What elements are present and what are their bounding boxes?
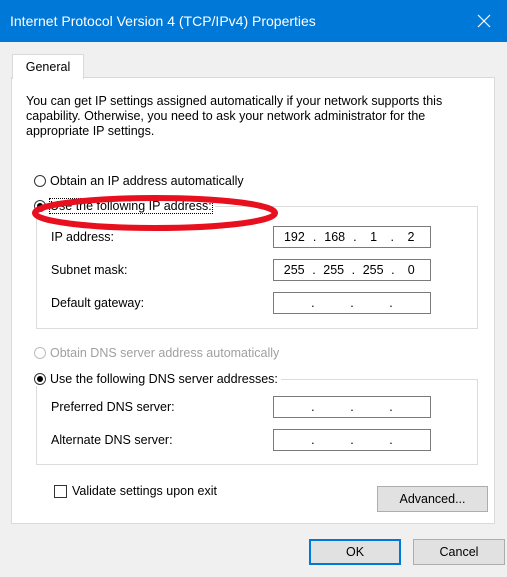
dialog-body: General You can get IP settings assigned… (0, 42, 507, 577)
preferred-dns-row: Preferred DNS server: ... (51, 396, 441, 420)
use-following-ip-label: Use the following IP address: (49, 198, 213, 214)
use-following-dns-label: Use the following DNS server addresses: (50, 372, 278, 386)
ok-button-label: OK (345, 545, 365, 559)
default-gateway-label: Default gateway: (51, 296, 145, 310)
octet: 0 (407, 263, 415, 277)
obtain-ip-auto-option[interactable]: Obtain an IP address automatically (34, 174, 244, 188)
validate-settings-checkbox[interactable] (54, 484, 67, 498)
subnet-mask-row: Subnet mask: 255. 255. 255. 0 (51, 259, 441, 283)
title-bar: Internet Protocol Version 4 (TCP/IPv4) P… (0, 0, 507, 42)
validate-settings-option[interactable]: Validate settings upon exit (54, 484, 217, 498)
alternate-dns-label: Alternate DNS server: (51, 433, 173, 447)
obtain-dns-auto-radio[interactable] (34, 347, 46, 359)
obtain-ip-auto-label: Obtain an IP address automatically (50, 174, 244, 188)
ip-address-input[interactable]: 192. 168. 1. 2 (273, 226, 431, 248)
use-following-ip-option[interactable]: Use the following IP address: (34, 198, 215, 214)
validate-settings-label: Validate settings upon exit (72, 484, 218, 498)
octet: 255 (283, 263, 305, 277)
ip-address-row: IP address: 192. 168. 1. 2 (51, 226, 441, 250)
use-following-dns-radio[interactable] (34, 373, 46, 385)
default-gateway-row: Default gateway: ... (51, 292, 441, 316)
window-title: Internet Protocol Version 4 (TCP/IPv4) P… (10, 13, 316, 29)
preferred-dns-label: Preferred DNS server: (51, 400, 175, 414)
cancel-button[interactable]: Cancel (413, 539, 505, 565)
obtain-dns-auto-label: Obtain DNS server address automatically (50, 346, 280, 360)
octet: 1 (370, 230, 378, 244)
use-following-dns-option[interactable]: Use the following DNS server addresses: (34, 372, 281, 386)
close-icon (477, 14, 491, 28)
subnet-mask-input[interactable]: 255. 255. 255. 0 (273, 259, 431, 281)
octet: 255 (323, 263, 345, 277)
alternate-dns-input[interactable]: ... (273, 429, 431, 451)
close-button[interactable] (461, 0, 507, 42)
obtain-ip-auto-radio[interactable] (34, 175, 46, 187)
use-following-ip-radio[interactable] (34, 200, 46, 212)
ip-address-label: IP address: (51, 230, 115, 244)
octet: 2 (407, 230, 415, 244)
tab-general-label: General (25, 60, 71, 74)
default-gateway-input[interactable]: ... (273, 292, 431, 314)
advanced-button[interactable]: Advanced... (377, 486, 488, 512)
tab-general[interactable]: General (12, 54, 84, 79)
octet: 192 (283, 230, 305, 244)
advanced-button-label: Advanced... (399, 492, 466, 506)
general-panel: You can get IP settings assigned automat… (11, 77, 495, 524)
obtain-dns-auto-option[interactable]: Obtain DNS server address automatically (34, 346, 279, 360)
description-text: You can get IP settings assigned automat… (26, 94, 443, 138)
subnet-mask-label: Subnet mask: (51, 263, 128, 277)
octet: 255 (362, 263, 384, 277)
alternate-dns-row: Alternate DNS server: ... (51, 429, 441, 453)
preferred-dns-input[interactable]: ... (273, 396, 431, 418)
ok-button[interactable]: OK (309, 539, 401, 565)
octet: 168 (324, 230, 346, 244)
cancel-button-label: Cancel (439, 545, 479, 559)
